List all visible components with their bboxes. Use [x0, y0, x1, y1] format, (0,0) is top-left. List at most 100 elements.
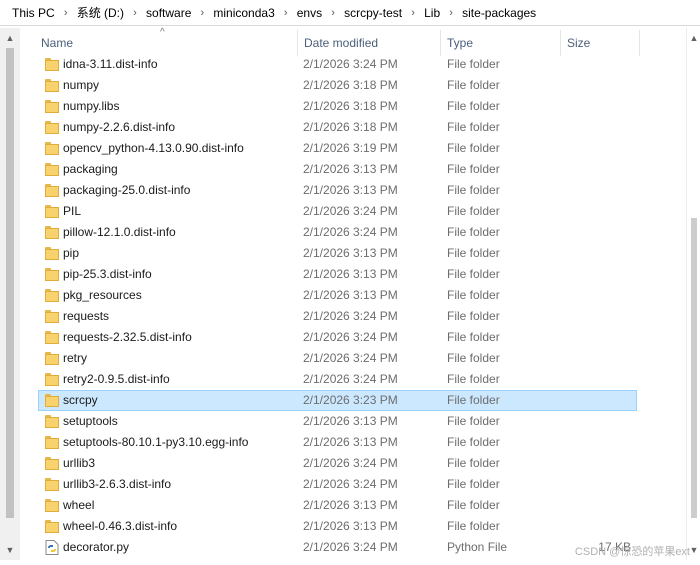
file-size: [579, 139, 631, 158]
file-date: 2/1/2026 3:24 PM: [303, 57, 398, 71]
breadcrumb-item[interactable]: Lib: [422, 6, 442, 20]
breadcrumb-item[interactable]: miniconda3: [211, 6, 276, 20]
file-row[interactable]: idna-3.11.dist-info 2/1/2026 3:24 PM File …: [38, 54, 637, 75]
folder-icon: [45, 142, 59, 155]
file-type: File folder: [447, 414, 500, 428]
file-row[interactable]: packaging 2/1/2026 3:13 PM File folder: [38, 159, 637, 180]
folder-icon: [45, 310, 59, 323]
file-size: [579, 496, 631, 515]
file-name: packaging: [63, 162, 118, 176]
file-row[interactable]: numpy-2.2.6.dist-info 2/1/2026 3:18 PM Fil…: [38, 117, 637, 138]
file-size: [579, 517, 631, 536]
breadcrumb-item[interactable]: 系统 (D:): [75, 4, 126, 21]
chevron-right-icon[interactable]: ›: [57, 7, 75, 19]
folder-icon: [45, 184, 59, 197]
column-size-header[interactable]: Size: [560, 30, 640, 56]
file-row[interactable]: requests-2.32.5.dist-info 2/1/2026 3:24 P…: [38, 327, 637, 348]
file-date: 2/1/2026 3:13 PM: [303, 183, 398, 197]
file-row[interactable]: requests 2/1/2026 3:24 PM File folder: [38, 306, 637, 327]
chevron-right-icon[interactable]: ›: [277, 7, 295, 19]
scroll-up-arrow-icon[interactable]: ▲: [687, 30, 700, 46]
file-date: 2/1/2026 3:24 PM: [303, 330, 398, 344]
file-name: urllib3: [63, 456, 96, 470]
file-row[interactable]: numpy 2/1/2026 3:18 PM File folder: [38, 75, 637, 96]
file-date: 2/1/2026 3:18 PM: [303, 99, 398, 113]
file-row[interactable]: urllib3-2.6.3.dist-info 2/1/2026 3:24 PM F…: [38, 474, 637, 495]
file-row[interactable]: pillow-12.1.0.dist-info 2/1/2026 3:24 PM F…: [38, 222, 637, 243]
chevron-right-icon[interactable]: ›: [324, 7, 342, 19]
file-row[interactable]: retry 2/1/2026 3:24 PM File folder: [38, 348, 637, 369]
file-type: File folder: [447, 435, 500, 449]
breadcrumb-item[interactable]: site-packages: [460, 6, 538, 20]
file-size: [579, 370, 631, 389]
chevron-right-icon[interactable]: ›: [442, 7, 460, 19]
column-type-header[interactable]: Type: [440, 30, 560, 56]
folder-icon: [45, 121, 59, 134]
address-bar[interactable]: This PC › 系统 (D:) › software › miniconda3 › envs…: [0, 0, 700, 26]
file-size: [579, 328, 631, 347]
file-row[interactable]: pip-25.3.dist-info 2/1/2026 3:13 PM File f…: [38, 264, 637, 285]
chevron-right-icon[interactable]: ›: [404, 7, 422, 19]
file-date: 2/1/2026 3:24 PM: [303, 540, 398, 554]
breadcrumb-item[interactable]: envs: [295, 6, 324, 20]
column-name-header[interactable]: ^ Name: [35, 27, 297, 56]
file-name: urllib3-2.6.3.dist-info: [63, 477, 172, 491]
file-size: [579, 412, 631, 431]
file-type: File folder: [447, 78, 500, 92]
file-name: requests: [63, 309, 110, 323]
right-scrollbar[interactable]: ▲ ▼: [686, 28, 700, 560]
file-type: File folder: [447, 393, 500, 407]
file-row[interactable]: packaging-25.0.dist-info 2/1/2026 3:13 PM…: [38, 180, 637, 201]
file-type: File folder: [447, 99, 500, 113]
file-type: File folder: [447, 372, 500, 386]
breadcrumb-item[interactable]: software: [144, 6, 193, 20]
scroll-down-arrow-icon[interactable]: ▼: [0, 542, 20, 558]
file-name: setuptools-80.10.1-py3.10.egg-info: [63, 435, 249, 449]
file-date: 2/1/2026 3:24 PM: [303, 225, 398, 239]
file-row[interactable]: urllib3 2/1/2026 3:24 PM File folder: [38, 453, 637, 474]
breadcrumb-item[interactable]: This PC: [10, 6, 57, 20]
scroll-thumb[interactable]: [6, 48, 14, 518]
file-type: File folder: [447, 267, 500, 281]
file-row[interactable]: numpy.libs 2/1/2026 3:18 PM File folder: [38, 96, 637, 117]
breadcrumb: This PC › 系统 (D:) › software › miniconda3 › envs…: [10, 0, 538, 26]
column-date-header[interactable]: Date modified: [297, 30, 440, 56]
file-name: numpy-2.2.6.dist-info: [63, 120, 176, 134]
left-scrollbar[interactable]: ▲ ▼: [0, 28, 20, 560]
chevron-right-icon[interactable]: ›: [126, 7, 144, 19]
folder-icon: [45, 415, 59, 428]
file-row[interactable]: opencv_python-4.13.0.90.dist-info 2/1/202…: [38, 138, 637, 159]
file-type: File folder: [447, 330, 500, 344]
breadcrumb-item[interactable]: scrcpy-test: [342, 6, 404, 20]
file-size: [579, 160, 631, 179]
file-size: [579, 454, 631, 473]
file-date: 2/1/2026 3:24 PM: [303, 351, 398, 365]
file-row[interactable]: scrcpy 2/1/2026 3:23 PM File folder: [38, 390, 637, 411]
file-size: [579, 76, 631, 95]
file-row[interactable]: setuptools-80.10.1-py3.10.egg-info 2/1/20…: [38, 432, 637, 453]
file-row[interactable]: wheel-0.46.3.dist-info 2/1/2026 3:13 PM Fi…: [38, 516, 637, 537]
column-name-label: Name: [41, 36, 74, 50]
folder-icon: [45, 373, 59, 386]
file-size: [579, 265, 631, 284]
scroll-thumb[interactable]: [691, 218, 697, 518]
file-size: [579, 118, 631, 137]
file-row[interactable]: decorator.py 2/1/2026 3:24 PM Python File 1…: [38, 537, 637, 558]
column-header: ^ Name Date modified Type Size: [35, 27, 640, 56]
column-date-label: Date modified: [304, 36, 379, 50]
file-row[interactable]: PIL 2/1/2026 3:24 PM File folder: [38, 201, 637, 222]
sort-ascending-icon: ^: [160, 27, 165, 38]
folder-icon: [45, 499, 59, 512]
file-row[interactable]: retry2-0.9.5.dist-info 2/1/2026 3:24 PM Fi…: [38, 369, 637, 390]
file-row[interactable]: wheel 2/1/2026 3:13 PM File folder: [38, 495, 637, 516]
file-row[interactable]: setuptools 2/1/2026 3:13 PM File folder: [38, 411, 637, 432]
chevron-right-icon[interactable]: ›: [193, 7, 211, 19]
file-name: retry: [63, 351, 87, 365]
file-name: numpy: [63, 78, 100, 92]
file-row[interactable]: pkg_resources 2/1/2026 3:13 PM File folder: [38, 285, 637, 306]
file-date: 2/1/2026 3:24 PM: [303, 372, 398, 386]
file-name: opencv_python-4.13.0.90.dist-info: [63, 141, 244, 155]
file-row[interactable]: pip 2/1/2026 3:13 PM File folder: [38, 243, 637, 264]
folder-icon: [45, 436, 59, 449]
scroll-up-arrow-icon[interactable]: ▲: [0, 30, 20, 46]
